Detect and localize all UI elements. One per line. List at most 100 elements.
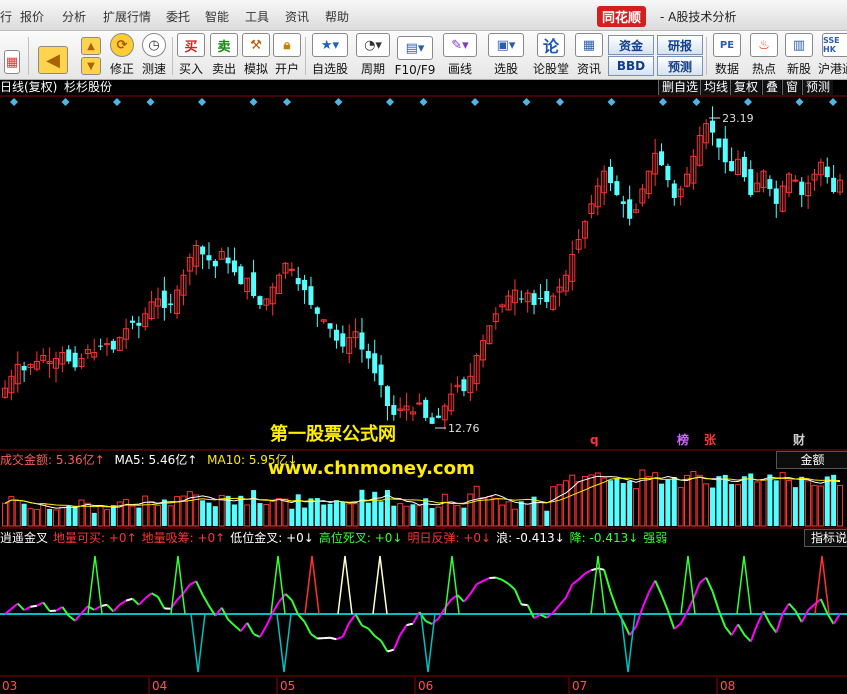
volume-bar [556, 484, 563, 527]
candle-body [748, 169, 754, 195]
indicator-legend-item: 逍遥金叉 [0, 531, 49, 545]
volume-bar [167, 505, 174, 527]
volume-bar [14, 500, 21, 527]
volume-bar [811, 484, 818, 527]
x-axis-label: 07 [572, 679, 587, 693]
indicator-line-segment [406, 622, 414, 627]
volume-bar [524, 503, 531, 527]
volume-bar [454, 505, 461, 527]
indicator-line-segment [654, 580, 663, 596]
event-diamond-icon [744, 98, 752, 106]
candle-body [518, 298, 524, 300]
event-diamond-icon [607, 98, 616, 106]
candle-body [365, 351, 371, 359]
volume-bar [569, 474, 576, 527]
volume-bar [244, 504, 251, 527]
volume-bar [748, 473, 754, 526]
volume-bar [550, 486, 557, 527]
volume-bar [690, 471, 697, 527]
volume-bar [492, 497, 499, 527]
candle-body [251, 272, 257, 297]
volume-legend: 成交金额: 5.36亿↑ MA5: 5.46亿↑ MA10: 5.95亿↓ [0, 453, 298, 467]
candle-body [168, 303, 174, 305]
candle-body [799, 181, 805, 195]
indicator-line-segment [692, 582, 701, 600]
indicator-line-segment [469, 583, 478, 595]
indicator-legend-item: 高位死叉: +0↓ [318, 531, 403, 545]
indicator-line-segment [724, 626, 733, 636]
indicator-line-segment [182, 584, 191, 594]
indicator-line-segment [769, 623, 778, 634]
volume-bar [27, 508, 34, 527]
candle-body [333, 329, 339, 341]
indicator-line-segment [36, 601, 44, 607]
volume-bar [59, 506, 66, 527]
candle-body [66, 349, 72, 362]
indicator-line-segment [819, 598, 829, 614]
signal-spike [337, 555, 353, 615]
event-diamond-icon [283, 98, 291, 106]
volume-bar [314, 498, 320, 526]
volume-bar [582, 475, 589, 527]
indicator-line-segment [227, 618, 236, 627]
amount-button[interactable]: 金额 [776, 451, 847, 469]
indicator-line-segment [336, 635, 344, 641]
indicator-line-segment [431, 617, 440, 625]
candle-body [314, 307, 320, 314]
indicator-help-button[interactable]: 指标说明 [804, 529, 847, 547]
volume-bar [511, 508, 518, 527]
volume-bar [645, 476, 652, 527]
candle-body [671, 183, 677, 198]
volume-bar [767, 474, 773, 526]
indicator-line-segment [30, 604, 38, 608]
indicator-line-segment [374, 635, 382, 642]
candle-body [206, 255, 212, 261]
indicator-line-segment [387, 648, 395, 653]
volume-bar [831, 474, 837, 526]
event-marker: 张 [704, 432, 717, 447]
volume-bar [40, 502, 47, 527]
event-diamond-icon [334, 98, 343, 106]
indicator-line-segment [93, 605, 102, 611]
indicator-legend: 逍遥金叉 地量可买: +0↑ 地量吸筹: +0↑ 低位金叉: +0↓ 高位死叉: +0↓… [0, 531, 672, 545]
volume-bar [486, 495, 493, 527]
volume-bar [416, 505, 423, 527]
event-diamond-icon [10, 98, 18, 106]
volume-bar [154, 505, 161, 527]
volume-bar [129, 505, 136, 527]
event-diamond-icon [198, 98, 206, 106]
indicator-legend-item: 地量可买: +0↑ [53, 531, 137, 545]
volume-bar [231, 504, 237, 526]
x-axis-label: 08 [720, 679, 735, 693]
volume-bar [760, 479, 767, 527]
indicator-line-segment [647, 580, 657, 593]
volume-bar [321, 504, 327, 526]
indicator-line-segment [699, 576, 707, 584]
volume-bar [677, 487, 684, 527]
volume-bar [518, 501, 524, 526]
indicator-line-segment [749, 624, 759, 642]
indicator-line-segment [361, 624, 369, 630]
volume-bar [480, 496, 487, 527]
volume-bar [333, 500, 339, 526]
stock-chart[interactable]: 23.19 12.76 q 榜张 财 03 04 05 06 07 08 [0, 0, 847, 694]
volume-bar [786, 479, 793, 527]
volume-bar [352, 503, 359, 527]
event-diamond-icon [419, 98, 428, 106]
candle-body [372, 353, 378, 374]
volume-bar [754, 481, 761, 527]
volume-bar [302, 507, 308, 526]
volume-bar [575, 481, 582, 527]
indicator-legend-item: 地量吸筹: +0↑ [141, 531, 226, 545]
volume-bar [773, 480, 779, 526]
candle-body [161, 290, 167, 308]
volume-bar [805, 480, 812, 527]
volume-bar [652, 472, 659, 527]
volume-bar [391, 505, 397, 526]
indicator-line-segment [55, 606, 63, 612]
volume-bar [792, 487, 798, 526]
indicator-line-segment [597, 567, 605, 571]
volume-bar [52, 509, 59, 527]
indicator-legend-item: 明日反弹: +0↓ [407, 531, 492, 545]
candle-body [792, 179, 799, 182]
